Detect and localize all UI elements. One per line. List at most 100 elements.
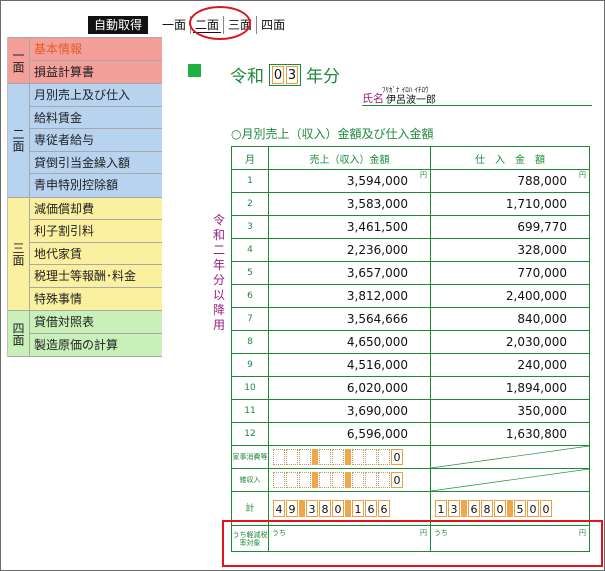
purchase-amount: 350,000 <box>517 404 567 418</box>
sales-amount: 6,020,000 <box>346 381 408 395</box>
purchase-amount: 699,770 <box>517 220 567 234</box>
misc-income-row: 雑収入 0 <box>231 468 590 492</box>
month-row: 12 6,596,000 1,630,800 <box>231 422 590 446</box>
sales-amount-input[interactable]: 4,650,000 <box>268 330 431 354</box>
yen-mark: 円 <box>579 529 586 537</box>
total-digit: 6 <box>365 500 377 517</box>
total-digit: 1 <box>352 500 364 517</box>
month-row: 7 3,564,666 840,000 <box>231 307 590 331</box>
sales-amount-input[interactable]: 3,564,666 <box>268 307 431 331</box>
header-sales: 売上（収入）金額 <box>268 146 431 170</box>
total-purchases-field: 13680500 <box>430 491 590 526</box>
sales-amount-input[interactable]: 3,594,000 円 <box>268 169 431 193</box>
sidebar-group-page-2: 二面 月別売上及び仕入 給料賃金 専従者給与 貸倒引当金繰入額 青申特別控除額 <box>8 84 162 198</box>
sales-amount-input[interactable]: 6,020,000 <box>268 376 431 400</box>
tab-page-2[interactable]: 二面 <box>191 16 225 34</box>
sidebar-item-income-statement[interactable]: 損益計算書 <box>30 61 162 84</box>
month-label: 1 <box>231 169 269 193</box>
month-label: 9 <box>231 353 269 377</box>
purchase-amount-input[interactable]: 699,770 <box>430 215 590 239</box>
sidebar-item-monthly-sales[interactable]: 月別売上及び仕入 <box>30 84 162 107</box>
header-month: 月 <box>231 146 269 170</box>
total-digit: 0 <box>494 500 506 517</box>
sidebar-item-wages[interactable]: 給料賃金 <box>30 107 162 129</box>
month-row: 1 3,594,000 円 788,000 円 <box>231 169 590 193</box>
sales-amount-input[interactable]: 2,236,000 <box>268 238 431 262</box>
purchase-amount-input[interactable]: 350,000 <box>430 399 590 423</box>
sidebar-item-basic-info[interactable]: 基本情報 <box>30 38 162 61</box>
household-consumption-row: 家事消費等 0 <box>231 445 590 469</box>
name-label: 氏名 <box>362 92 384 105</box>
tab-page-4[interactable]: 四面 <box>257 16 289 34</box>
reduced-purchases-input[interactable]: うち 円 <box>430 525 590 552</box>
purchase-amount: 1,894,000 <box>505 381 567 395</box>
total-label: 計 <box>231 491 269 526</box>
sidebar-item-tax-accountant-fees[interactable]: 税理士等報酬･料金 <box>30 265 162 288</box>
uchi-label: うち <box>272 529 286 537</box>
name-underline <box>362 105 592 106</box>
purchase-amount-input[interactable]: 2,400,000 <box>430 284 590 308</box>
month-label: 2 <box>231 192 269 216</box>
total-digit: 0 <box>527 500 539 517</box>
purchase-amount-input[interactable]: 1,710,000 <box>430 192 590 216</box>
sales-amount-input[interactable]: 3,812,000 <box>268 284 431 308</box>
tab-page-3[interactable]: 三面 <box>224 16 258 34</box>
digit-group-separator <box>507 500 513 517</box>
sales-amount-input[interactable]: 3,657,000 <box>268 261 431 285</box>
reduced-sales-input[interactable]: うち 円 <box>268 525 431 552</box>
tab-page-1[interactable]: 一面 <box>158 16 192 34</box>
sidebar-group-label: 三面 <box>8 197 30 310</box>
digit-group-separator <box>461 500 467 517</box>
sales-amount-input[interactable]: 3,461,500 <box>268 215 431 239</box>
purchase-amount: 2,400,000 <box>505 289 567 303</box>
purchase-amount: 840,000 <box>517 312 567 326</box>
sidebar-item-blue-return-deduction[interactable]: 青申特別控除額 <box>30 174 162 197</box>
year-input[interactable]: 0 3 <box>269 63 301 86</box>
sales-amount-input[interactable]: 4,516,000 <box>268 353 431 377</box>
sales-amount-input[interactable]: 3,583,000 <box>268 192 431 216</box>
month-row: 11 3,690,000 350,000 <box>231 399 590 423</box>
sidebar-item-special-circumstances[interactable]: 特殊事情 <box>30 288 162 311</box>
sales-amount: 3,583,000 <box>346 197 408 211</box>
sidebar-item-balance-sheet[interactable]: 貸借対照表 <box>30 311 162 334</box>
month-row: 2 3,583,000 1,710,000 <box>231 192 590 216</box>
table-header-row: 月 売上（収入）金額 仕 入 金 額 <box>231 146 590 170</box>
total-digit: 6 <box>378 500 390 517</box>
sidebar-item-bad-debt-allowance[interactable]: 貸倒引当金繰入額 <box>30 152 162 174</box>
era-label: 令和 <box>230 67 264 87</box>
purchase-amount-input[interactable]: 2,030,000 <box>430 330 590 354</box>
purchase-amount-input[interactable]: 840,000 <box>430 307 590 331</box>
sales-amount: 3,657,000 <box>346 266 408 280</box>
total-digit: 0 <box>540 500 552 517</box>
misc-income-value: 0 <box>391 472 403 488</box>
purchase-amount-input[interactable]: 1,630,800 <box>430 422 590 446</box>
sales-amount-input[interactable]: 6,596,000 <box>268 422 431 446</box>
purchase-amount: 240,000 <box>517 358 567 372</box>
household-purchases-na <box>430 445 590 469</box>
side-note-vertical: 令和二年分以降用 <box>212 213 226 333</box>
household-sales-input[interactable]: 0 <box>268 445 431 469</box>
yen-mark: 円 <box>420 529 427 537</box>
month-row: 4 2,236,000 328,000 <box>231 238 590 262</box>
sidebar-item-depreciation[interactable]: 減価償却費 <box>30 198 162 220</box>
purchase-amount-input[interactable]: 788,000 円 <box>430 169 590 193</box>
month-label: 7 <box>231 307 269 331</box>
total-digit: 8 <box>481 500 493 517</box>
sales-amount-input[interactable]: 3,690,000 <box>268 399 431 423</box>
month-row: 3 3,461,500 699,770 <box>231 215 590 239</box>
total-digit: 0 <box>332 500 344 517</box>
purchase-amount-input[interactable]: 240,000 <box>430 353 590 377</box>
purchase-amount-input[interactable]: 770,000 <box>430 261 590 285</box>
sidebar-item-interest-discount[interactable]: 利子割引料 <box>30 220 162 243</box>
auto-fetch-button[interactable]: 自動取得 <box>88 16 149 34</box>
purchase-amount-input[interactable]: 328,000 <box>430 238 590 262</box>
sidebar-item-manufacturing-cost[interactable]: 製造原価の計算 <box>30 334 162 357</box>
household-value: 0 <box>391 449 403 465</box>
sidebar-item-family-employee-salary[interactable]: 専従者給与 <box>30 129 162 152</box>
misc-income-input[interactable]: 0 <box>268 468 431 492</box>
purchase-amount: 2,030,000 <box>505 335 567 349</box>
purchase-amount-input[interactable]: 1,894,000 <box>430 376 590 400</box>
form-title: 令和 0 3 年分 <box>230 62 340 87</box>
sidebar-item-rent[interactable]: 地代家賃 <box>30 243 162 265</box>
month-label: 11 <box>231 399 269 423</box>
